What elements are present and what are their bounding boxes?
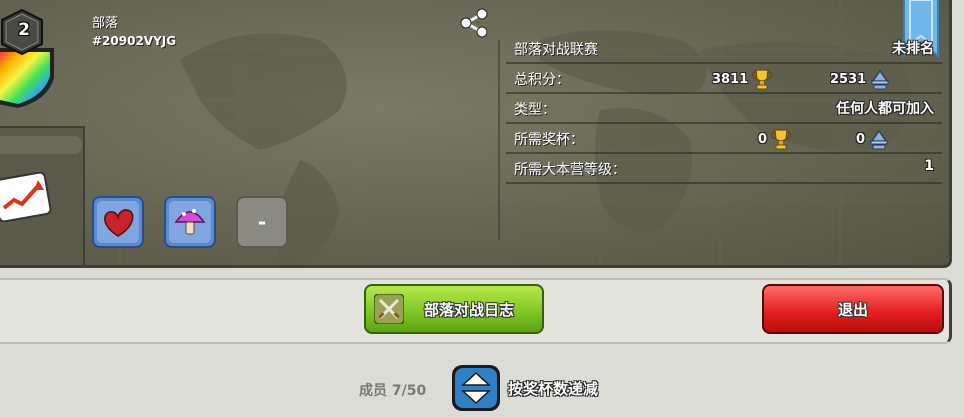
clan-name: 部落 (92, 16, 119, 31)
trophies-value: 3811 (712, 71, 749, 87)
trophy-icon (751, 69, 773, 90)
trend-chart-icon (0, 172, 52, 222)
crossed-swords-icon (374, 294, 404, 324)
war-league-value: 未排名 (892, 41, 934, 57)
type-label: 类型： (514, 102, 556, 118)
total-points-label: 总积分： (514, 72, 570, 88)
war-log-label: 部落对战日志 (423, 300, 514, 319)
trophy-icon (770, 129, 792, 150)
perk-mushroom[interactable] (164, 196, 216, 248)
type-value: 任何人都可加入 (836, 101, 934, 117)
sort-arrows-icon[interactable] (451, 364, 501, 412)
required-trophies-label: 所需奖杯： (514, 132, 584, 148)
row-required-townhall: 所需大本营等级： 1 (506, 154, 942, 184)
required-trophies-value: 0 (758, 131, 768, 147)
heart-icon (92, 196, 144, 248)
row-total-points: 总积分： 3811 2531 (506, 64, 942, 94)
clan-level: 2 (18, 20, 30, 40)
war-league-label: 部落对战联赛 (514, 42, 598, 58)
builder-trophies-value: 2531 (830, 71, 867, 87)
required-builder-trophies-pair: 0 (856, 126, 891, 152)
builder-trophy-icon (870, 129, 888, 150)
members-count: 成员 7/50 (359, 383, 427, 399)
builder-trophies-pair: 2531 (830, 66, 892, 92)
war-log-button[interactable]: 部落对战日志 (364, 284, 544, 334)
required-trophies-pair: 0 (758, 126, 793, 152)
required-townhall-value: 1 (924, 158, 934, 174)
perk-empty-label: - (257, 210, 267, 234)
clan-progress-box (0, 126, 85, 265)
perk-empty-slot[interactable]: - (236, 196, 288, 248)
clan-tag: #20902VYJG (92, 34, 177, 48)
exit-label: 退出 (837, 300, 868, 319)
row-required-trophies: 所需奖杯： 0 0 (506, 124, 942, 154)
exit-clan-button[interactable]: 退出 (762, 284, 944, 334)
row-type: 类型： 任何人都可加入 (506, 94, 942, 124)
clan-info-panel: 2 部落 #20902VYJG - 部落对战联赛 未排名 总积分： 3811 2… (0, 0, 952, 268)
required-builder-trophies-value: 0 (856, 131, 866, 147)
vertical-divider (498, 40, 500, 240)
perk-heart[interactable] (92, 196, 144, 248)
progress-bar (0, 136, 82, 154)
clan-stats-table: 部落对战联赛 未排名 总积分： 3811 2531 类型： 任何人都可加入 所需… (506, 34, 942, 184)
builder-trophy-icon (871, 69, 889, 90)
mushroom-icon (164, 196, 216, 248)
required-townhall-label: 所需大本营等级： (514, 162, 626, 178)
row-war-league: 部落对战联赛 未排名 (506, 34, 942, 64)
share-icon[interactable] (458, 8, 490, 38)
sort-label[interactable]: 按奖杯数递减 (508, 378, 598, 399)
trophies-pair: 3811 (712, 66, 774, 92)
